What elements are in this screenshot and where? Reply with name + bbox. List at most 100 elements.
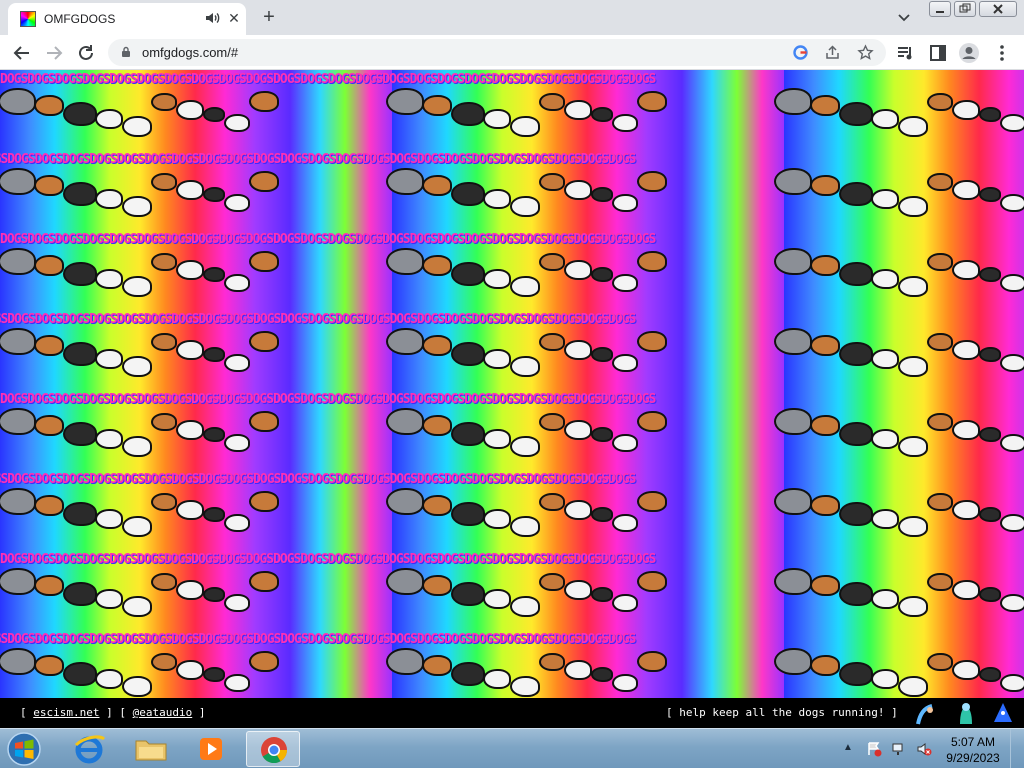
- clock-time: 5:07 AM: [950, 735, 996, 749]
- running-dog: [224, 354, 250, 372]
- running-dog: [203, 667, 225, 682]
- tab-search-chevron-icon[interactable]: [896, 9, 912, 25]
- running-dog: [203, 107, 225, 122]
- rainbow-figure-icon[interactable]: [912, 700, 938, 726]
- running-dog: [952, 100, 980, 120]
- running-dog: [422, 175, 452, 196]
- running-dog: [952, 420, 980, 440]
- running-dog: [810, 175, 840, 196]
- running-dog: [224, 594, 250, 612]
- back-arrow-icon[interactable]: [11, 42, 33, 64]
- bracket-open-2: [: [119, 706, 133, 719]
- running-dog: [871, 429, 899, 449]
- running-dog: [898, 116, 928, 137]
- tab-close-icon[interactable]: ✕: [226, 10, 242, 26]
- network-icon[interactable]: [891, 741, 907, 757]
- running-dog: [564, 420, 592, 440]
- show-desktop-button[interactable]: [1010, 729, 1024, 768]
- running-dog: [95, 429, 123, 449]
- mermaid-figure-icon[interactable]: [952, 700, 978, 726]
- running-dog: [952, 660, 980, 680]
- running-dog: [451, 582, 485, 606]
- omfgdogs-page: DOGSDOGSDOGSDOGSDOGSDOGSDOGSDOGSDOGSDOGS…: [0, 70, 1024, 698]
- taskbar-chrome[interactable]: [246, 731, 300, 767]
- taskbar-internet-explorer[interactable]: [62, 731, 116, 767]
- donate-text[interactable]: [ help keep all the dogs running! ]: [666, 706, 898, 719]
- running-dog: [1000, 434, 1024, 452]
- running-dog: [203, 507, 225, 522]
- running-dog: [871, 269, 899, 289]
- media-controls-icon[interactable]: [895, 42, 917, 64]
- bracket-open: [: [20, 706, 34, 719]
- running-dog: [451, 502, 485, 526]
- forward-arrow-icon[interactable]: [43, 42, 65, 64]
- running-dog: [979, 187, 1001, 202]
- running-dog: [612, 354, 638, 372]
- clock-date: 9/29/2023: [946, 751, 1000, 765]
- running-dog: [810, 335, 840, 356]
- bookmark-star-icon[interactable]: [857, 44, 874, 61]
- show-hidden-icons-icon[interactable]: ▲: [843, 742, 853, 753]
- window-close-button[interactable]: [979, 1, 1017, 17]
- bracket-close: ]: [99, 706, 113, 719]
- new-tab-button[interactable]: +: [258, 7, 280, 29]
- kebab-menu-icon[interactable]: [991, 42, 1013, 64]
- running-dog: [898, 276, 928, 297]
- browser-tab[interactable]: OMFGDOGS ✕: [8, 3, 246, 35]
- eataudio-link[interactable]: @eataudio: [133, 706, 193, 719]
- running-dog: [122, 596, 152, 617]
- tab-title: OMFGDOGS: [44, 12, 116, 26]
- running-dog: [539, 413, 565, 431]
- running-dog: [386, 648, 424, 675]
- window-minimize-button[interactable]: [929, 1, 951, 17]
- running-dog: [95, 589, 123, 609]
- running-dog: [612, 194, 638, 212]
- running-dog: [564, 660, 592, 680]
- tab-audio-playing-icon[interactable]: [204, 10, 220, 26]
- running-dog: [637, 251, 667, 272]
- running-dog: [422, 495, 452, 516]
- volume-muted-icon[interactable]: [916, 741, 932, 757]
- running-dog: [34, 175, 64, 196]
- running-dog: [483, 269, 511, 289]
- running-dog: [483, 509, 511, 529]
- taskbar-file-explorer[interactable]: [124, 731, 178, 767]
- dog-band: DOGSDOGSDOGSDOGSDOGSDOGSDOGSDOGSDOGSDOGS…: [0, 70, 1024, 150]
- wizard-hat-icon[interactable]: [990, 700, 1016, 726]
- profile-avatar-icon[interactable]: [958, 42, 980, 64]
- side-panel-icon[interactable]: [927, 42, 949, 64]
- running-dog: [591, 587, 613, 602]
- google-translate-icon[interactable]: [792, 44, 809, 61]
- chrome-icon: [261, 737, 288, 764]
- dogs-text-strip: DOGSDOGSDOGSDOGSDOGSDOGSDOGSDOGSDOGSDOGS…: [0, 72, 656, 86]
- running-dog: [151, 413, 177, 431]
- taskbar-media-player[interactable]: [184, 731, 238, 767]
- url-text[interactable]: omfgdogs.com/#: [142, 45, 238, 60]
- running-dog: [151, 653, 177, 671]
- running-dog: [249, 571, 279, 592]
- running-dog: [510, 116, 540, 137]
- running-dog: [34, 335, 64, 356]
- running-dog: [591, 427, 613, 442]
- share-icon[interactable]: [824, 44, 841, 61]
- address-bar[interactable]: omfgdogs.com/#: [108, 39, 886, 66]
- running-dog: [612, 594, 638, 612]
- window-restore-button[interactable]: [954, 1, 976, 17]
- running-dog: [1000, 274, 1024, 292]
- running-dog: [564, 340, 592, 360]
- running-dog: [510, 516, 540, 537]
- lock-icon[interactable]: [120, 46, 132, 58]
- running-dog: [774, 248, 812, 275]
- running-dog: [839, 262, 873, 286]
- page-footer: [ escism.net ] [ @eataudio ] [ help keep…: [0, 698, 1024, 728]
- reload-icon[interactable]: [75, 42, 97, 64]
- start-button-icon[interactable]: [4, 731, 44, 767]
- system-clock[interactable]: 5:07 AM 9/29/2023: [942, 734, 1004, 766]
- running-dog: [510, 196, 540, 217]
- escism-link[interactable]: escism.net: [33, 706, 99, 719]
- running-dog: [871, 349, 899, 369]
- running-dog: [979, 587, 1001, 602]
- action-center-flag-icon[interactable]: [866, 741, 882, 757]
- running-dog: [249, 251, 279, 272]
- running-dog: [249, 331, 279, 352]
